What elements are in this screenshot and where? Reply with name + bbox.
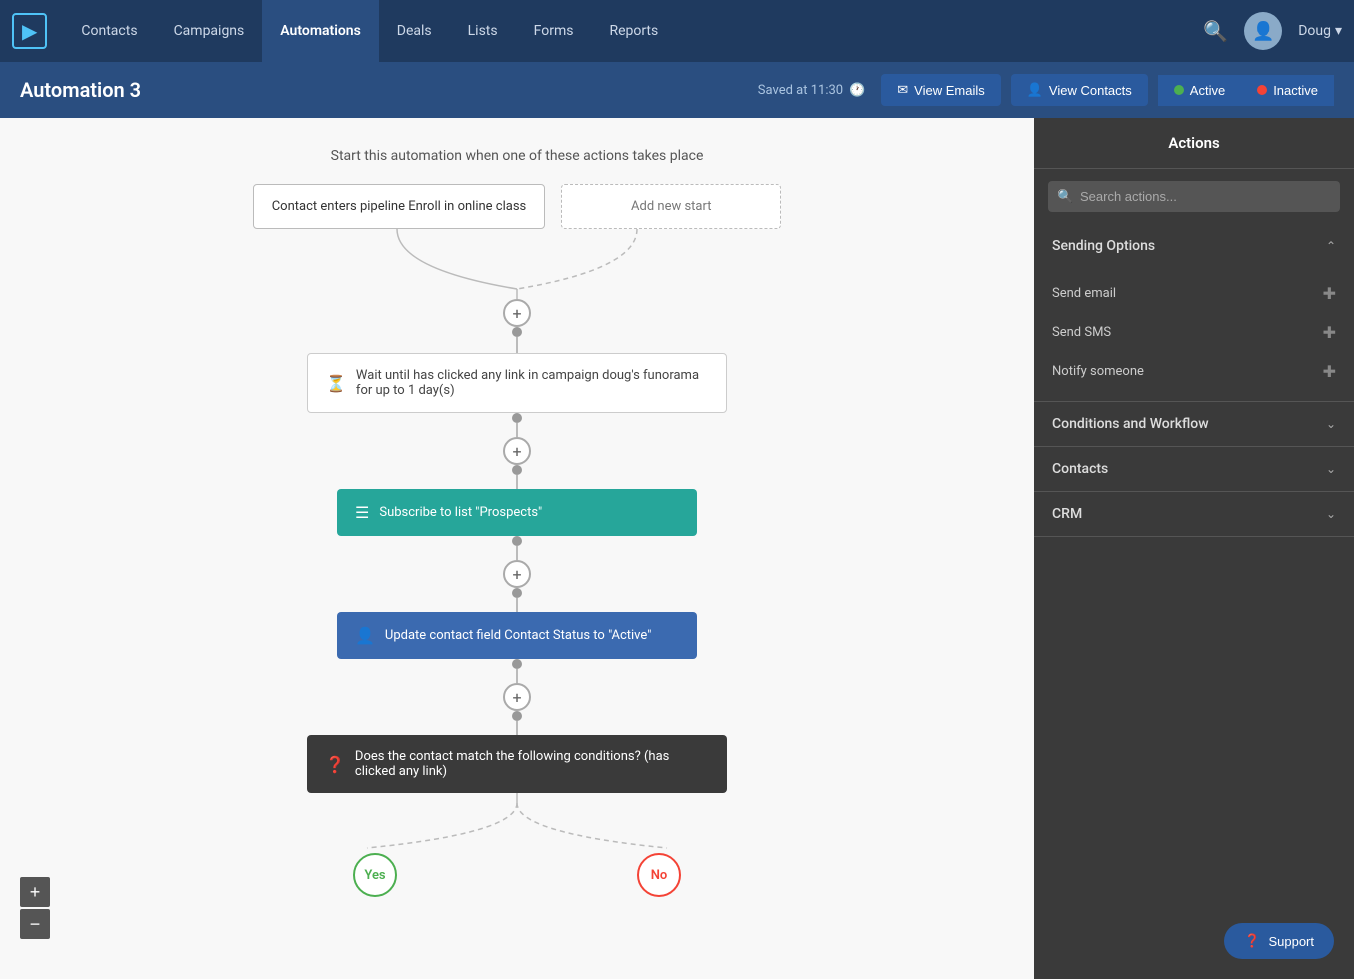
search-actions-input[interactable] — [1048, 181, 1340, 212]
conditions-workflow-header[interactable]: Conditions and Workflow ⌄ — [1034, 402, 1354, 446]
subscribe-node[interactable]: ☰ Subscribe to list "Prospects" — [337, 489, 697, 536]
status-group: Active Inactive — [1158, 75, 1334, 106]
add-new-start[interactable]: Add new start — [561, 184, 781, 229]
inactive-status-button[interactable]: Inactive — [1241, 75, 1334, 106]
question-icon: ❓ — [325, 755, 345, 774]
view-contacts-button[interactable]: 👤 View Contacts — [1011, 74, 1148, 106]
main-layout: Start this automation when one of these … — [0, 118, 1354, 979]
nav-forms[interactable]: Forms — [516, 0, 592, 62]
update-node[interactable]: 👤 Update contact field Contact Status to… — [337, 612, 697, 659]
add-step-4[interactable]: + — [503, 683, 531, 711]
drag-handle-icon: ✚ — [1323, 284, 1336, 303]
nav-campaigns[interactable]: Campaigns — [156, 0, 263, 62]
nav-reports[interactable]: Reports — [591, 0, 676, 62]
dot-7 — [512, 711, 522, 721]
branch-row: Yes No — [353, 853, 681, 897]
automation-canvas: Start this automation when one of these … — [0, 118, 1034, 979]
merge-svg — [277, 229, 757, 299]
chevron-up-icon: ⌃ — [1326, 239, 1336, 253]
connector-4: + — [503, 659, 531, 735]
crm-section: CRM ⌄ — [1034, 492, 1354, 537]
chevron-down-icon: ⌄ — [1326, 417, 1336, 431]
avatar: 👤 — [1244, 12, 1282, 50]
clock-node-icon: ⏳ — [326, 374, 346, 393]
trigger-box-1[interactable]: Contact enters pipeline Enroll in online… — [253, 184, 546, 229]
page-title: Automation 3 — [20, 78, 742, 102]
connector-3: + — [503, 536, 531, 612]
active-dot — [1174, 85, 1184, 95]
sending-options-body: Send email ✚ Send SMS ✚ Notify someone ✚ — [1034, 268, 1354, 401]
drag-handle-icon: ✚ — [1323, 362, 1336, 381]
inactive-dot — [1257, 85, 1267, 95]
right-panel: Actions 🔍 Sending Options ⌃ Send email ✚… — [1034, 118, 1354, 979]
nav-deals[interactable]: Deals — [379, 0, 450, 62]
support-button[interactable]: ❓ Support — [1224, 923, 1334, 959]
add-step-3[interactable]: + — [503, 560, 531, 588]
zoom-out-button[interactable]: − — [20, 909, 50, 939]
yes-branch[interactable]: Yes — [353, 853, 397, 897]
drag-handle-icon: ✚ — [1323, 323, 1336, 342]
dot-6 — [512, 659, 522, 669]
dot-2 — [512, 413, 522, 423]
clock-icon: 🕐 — [849, 83, 865, 98]
nav-toggle-button[interactable]: ▶ — [12, 13, 47, 49]
line-7 — [516, 721, 518, 735]
list-icon: ☰ — [355, 503, 369, 522]
branch-svg — [267, 793, 767, 853]
notify-someone-item[interactable]: Notify someone ✚ — [1034, 352, 1354, 391]
line-2 — [516, 423, 518, 437]
condition-node[interactable]: ❓ Does the contact match the following c… — [307, 735, 727, 793]
crm-header[interactable]: CRM ⌄ — [1034, 492, 1354, 536]
dot-1 — [512, 327, 522, 337]
nav-contacts[interactable]: Contacts — [63, 0, 155, 62]
no-branch[interactable]: No — [637, 853, 681, 897]
user-menu[interactable]: Doug ▾ — [1298, 23, 1342, 39]
header-actions: ✉ View Emails 👤 View Contacts Active Ina… — [881, 74, 1334, 106]
wait-node[interactable]: ⏳ Wait until has clicked any link in cam… — [307, 353, 727, 413]
connector-1: + — [503, 299, 531, 353]
chevron-down-icon: ⌄ — [1326, 507, 1336, 521]
sub-header: Automation 3 Saved at 11:30 🕐 ✉ View Ema… — [0, 62, 1354, 118]
line-1 — [516, 337, 518, 353]
contacts-icon: 👤 — [1027, 82, 1043, 98]
panel-title: Actions — [1034, 118, 1354, 169]
add-step-1[interactable]: + — [503, 299, 531, 327]
chevron-down-icon: ⌄ — [1326, 462, 1336, 476]
flow-container: Start this automation when one of these … — [0, 118, 1034, 979]
help-icon: ❓ — [1244, 933, 1260, 949]
add-step-2[interactable]: + — [503, 437, 531, 465]
nav-automations[interactable]: Automations — [262, 0, 379, 62]
dot-5 — [512, 588, 522, 598]
start-triggers: Contact enters pipeline Enroll in online… — [253, 184, 782, 229]
flow-instruction: Start this automation when one of these … — [331, 148, 704, 164]
top-nav: ▶ Contacts Campaigns Automations Deals L… — [0, 0, 1354, 62]
active-status-button[interactable]: Active — [1158, 75, 1241, 106]
send-email-item[interactable]: Send email ✚ — [1034, 274, 1354, 313]
search-actions: 🔍 — [1048, 181, 1340, 212]
contacts-header[interactable]: Contacts ⌄ — [1034, 447, 1354, 491]
line-4 — [516, 546, 518, 560]
nav-lists[interactable]: Lists — [450, 0, 516, 62]
search-icon[interactable]: 🔍 — [1203, 19, 1228, 43]
line-5 — [516, 598, 518, 612]
line-3 — [516, 475, 518, 489]
nav-right: 🔍 👤 Doug ▾ — [1203, 12, 1342, 50]
dot-4 — [512, 536, 522, 546]
sending-options-section: Sending Options ⌃ Send email ✚ Send SMS … — [1034, 224, 1354, 402]
email-icon: ✉ — [897, 82, 908, 98]
search-panel-icon: 🔍 — [1057, 189, 1073, 204]
zoom-in-button[interactable]: + — [20, 877, 50, 907]
connector-2: + — [503, 413, 531, 489]
saved-info: Saved at 11:30 🕐 — [758, 83, 865, 98]
nav-links: Contacts Campaigns Automations Deals Lis… — [63, 0, 1203, 62]
contacts-section: Contacts ⌄ — [1034, 447, 1354, 492]
dot-3 — [512, 465, 522, 475]
person-icon: 👤 — [355, 626, 375, 645]
line-6 — [516, 669, 518, 683]
zoom-controls: + − — [20, 877, 50, 939]
conditions-workflow-section: Conditions and Workflow ⌄ — [1034, 402, 1354, 447]
sending-options-header[interactable]: Sending Options ⌃ — [1034, 224, 1354, 268]
send-sms-item[interactable]: Send SMS ✚ — [1034, 313, 1354, 352]
view-emails-button[interactable]: ✉ View Emails — [881, 74, 1000, 106]
